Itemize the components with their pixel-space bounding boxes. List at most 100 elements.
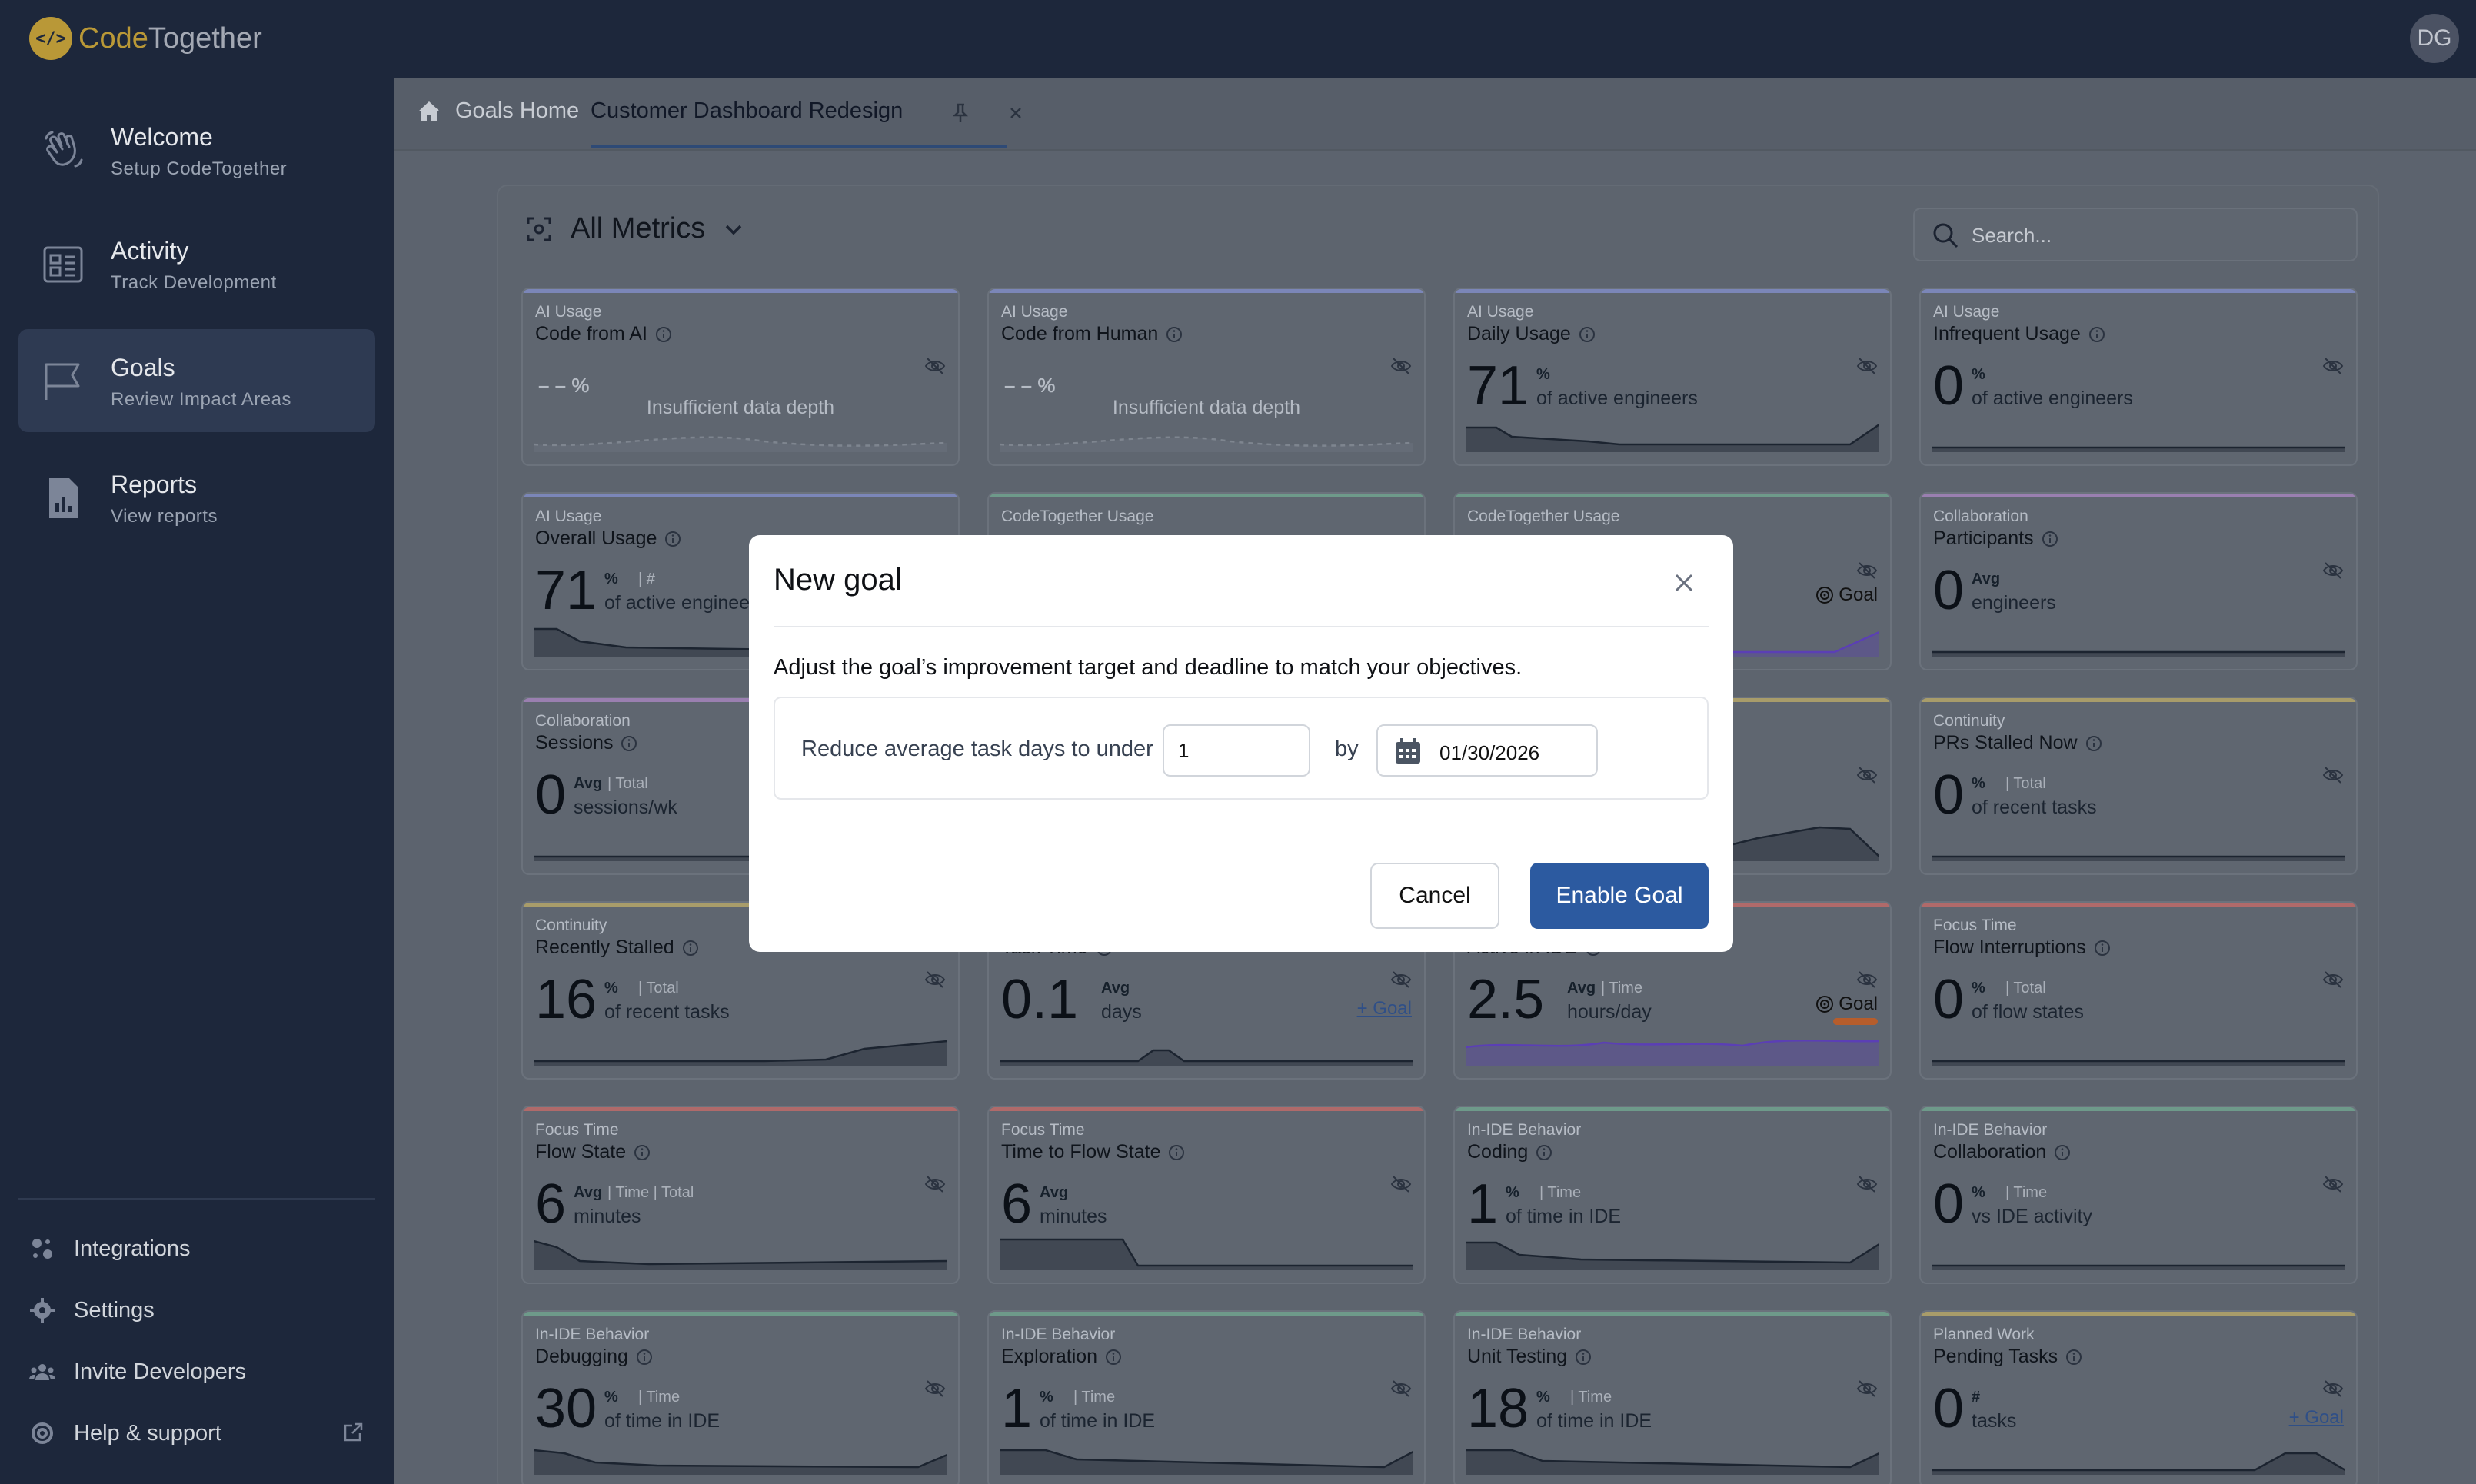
modal-description: Adjust the goal’s improvement target and…	[774, 655, 1523, 680]
home-icon	[418, 101, 440, 121]
metric-card[interactable]: AI Usage Code from AI – – % Insufficient da…	[521, 288, 960, 466]
metric-card[interactable]: In-IDE Behavior Coding 1% | Time of time in …	[1453, 1106, 1892, 1284]
card-value: 6	[1001, 1173, 1033, 1235]
tab-customer-dashboard-redesign[interactable]: Customer Dashboard Redesign	[591, 98, 903, 124]
metric-card[interactable]: Continuity PRs Stalled Now 0% | Total of rec…	[1919, 697, 2358, 875]
sidebar-footer-help[interactable]: Help & support	[29, 1414, 221, 1452]
add-goal-link[interactable]: + Goal	[2289, 1407, 2344, 1429]
hide-eye-icon[interactable]	[1856, 969, 1878, 990]
card-category: CodeTogether Usage	[1001, 507, 1154, 525]
metric-card[interactable]: Focus Time Time to Flow State 6 Avg minutes	[987, 1106, 1426, 1284]
pin-icon[interactable]	[949, 101, 972, 125]
close-tab-icon[interactable]	[1004, 101, 1027, 125]
goal-target-input[interactable]	[1163, 724, 1310, 777]
avatar[interactable]: DG	[2410, 14, 2459, 63]
card-category: CodeTogether Usage	[1467, 507, 1620, 525]
metric-card[interactable]: Collaboration Participants 0 Avg engineers	[1919, 492, 2358, 670]
info-icon[interactable]	[1168, 1144, 1185, 1161]
info-icon[interactable]	[634, 1144, 651, 1161]
tab-goals-home[interactable]: Goals Home	[417, 98, 579, 124]
chevron-down-icon	[725, 225, 742, 235]
info-icon[interactable]	[2042, 531, 2058, 547]
hide-eye-icon[interactable]	[924, 1378, 946, 1399]
close-icon[interactable]	[1670, 569, 1698, 597]
goal-badge[interactable]: Goal	[1815, 584, 1878, 606]
metric-card[interactable]: In-IDE Behavior Debugging 30% | Time of time…	[521, 1310, 960, 1484]
metric-card[interactable]: Planned Work Pending Tasks 0 # tasks + Goal	[1919, 1310, 2358, 1484]
info-icon[interactable]	[1575, 1349, 1592, 1366]
info-icon[interactable]	[1166, 326, 1183, 343]
info-icon[interactable]	[636, 1349, 653, 1366]
hide-eye-icon[interactable]	[924, 969, 946, 990]
hide-eye-icon[interactable]	[2322, 1173, 2344, 1195]
hide-eye-icon[interactable]	[1390, 1378, 1412, 1399]
enable-goal-button[interactable]: Enable Goal	[1530, 863, 1709, 929]
info-icon[interactable]	[664, 531, 681, 547]
hide-eye-icon[interactable]	[1856, 560, 1878, 581]
info-icon[interactable]	[1105, 1349, 1122, 1366]
logo[interactable]: </> CodeTogether	[29, 17, 262, 60]
hide-eye-icon[interactable]	[2322, 969, 2344, 990]
hide-eye-icon[interactable]	[924, 355, 946, 377]
sidebar-item-reports[interactable]: Reports View reports	[18, 446, 375, 549]
hide-eye-icon[interactable]	[1390, 1173, 1412, 1195]
search-input[interactable]	[1972, 220, 2341, 251]
metric-card[interactable]: AI Usage Code from Human – – % Insufficient…	[987, 288, 1426, 466]
add-goal-link[interactable]: + Goal	[1357, 998, 1412, 1020]
sidebar-item-goals[interactable]: Goals Review Impact Areas	[18, 329, 375, 432]
info-icon[interactable]	[1536, 1144, 1552, 1161]
card-unit: %	[1972, 366, 1985, 383]
info-icon[interactable]	[2094, 940, 2111, 957]
hide-eye-icon[interactable]	[1856, 1173, 1878, 1195]
card-unit: %	[1972, 1184, 1985, 1201]
info-icon[interactable]	[655, 326, 672, 343]
hide-eye-icon[interactable]	[1390, 969, 1412, 990]
info-icon[interactable]	[2065, 1349, 2082, 1366]
info-icon[interactable]	[621, 735, 637, 752]
external-link-icon[interactable]	[341, 1421, 364, 1444]
sidebar-item-sublabel: Track Development	[111, 272, 277, 293]
info-icon[interactable]	[2088, 326, 2105, 343]
hide-eye-icon[interactable]	[1390, 355, 1412, 377]
card-title: Exploration	[1001, 1346, 1122, 1368]
metric-card[interactable]: AI Usage Infrequent Usage 0% of active engi…	[1919, 288, 2358, 466]
hide-eye-icon[interactable]	[1856, 355, 1878, 377]
sidebar-footer-invite[interactable]: Invite Developers	[29, 1353, 246, 1391]
hide-eye-icon[interactable]	[924, 1173, 946, 1195]
help-icon	[32, 1422, 53, 1444]
metric-card[interactable]: AI Usage Daily Usage 71% of active engineer…	[1453, 288, 1892, 466]
sidebar-item-activity[interactable]: Activity Track Development	[18, 212, 375, 315]
hide-eye-icon[interactable]	[2322, 764, 2344, 786]
card-value: 0	[1933, 764, 1965, 826]
metric-card[interactable]: In-IDE Behavior Collaboration 0% | Time vs I…	[1919, 1106, 2358, 1284]
cancel-button[interactable]: Cancel	[1370, 863, 1499, 929]
card-value: 0	[1933, 1173, 1965, 1235]
sparkline-area	[1466, 1450, 1879, 1475]
info-icon[interactable]	[1579, 326, 1596, 343]
metric-card[interactable]: In-IDE Behavior Unit Testing 18% | Time of t…	[1453, 1310, 1892, 1484]
info-icon[interactable]	[2085, 735, 2102, 752]
hide-eye-icon[interactable]	[2322, 355, 2344, 377]
metrics-dropdown[interactable]: All Metrics	[526, 212, 745, 245]
info-icon[interactable]	[682, 940, 699, 957]
flag-icon	[45, 363, 80, 400]
metric-card[interactable]: Focus Time Flow Interruptions 0% | Total of …	[1919, 901, 2358, 1080]
sidebar-footer-integrations[interactable]: Integrations	[29, 1229, 191, 1268]
hide-eye-icon[interactable]	[2322, 1378, 2344, 1399]
hide-eye-icon[interactable]	[1856, 1378, 1878, 1399]
sidebar-item-sublabel: View reports	[111, 506, 218, 527]
info-icon[interactable]	[2054, 1144, 2071, 1161]
goal-deadline-picker[interactable]: 01/30/2026	[1376, 724, 1598, 777]
goal-badge[interactable]: Goal	[1815, 993, 1878, 1015]
card-category-bar	[1921, 289, 2356, 293]
sidebar-footer-settings[interactable]: Settings	[29, 1291, 155, 1329]
metric-card[interactable]: Focus Time Flow State 6 Avg | Time | Total mi…	[521, 1106, 960, 1284]
metric-card[interactable]: In-IDE Behavior Exploration 1% | Time of tim…	[987, 1310, 1426, 1484]
card-unit: Avg	[574, 1184, 603, 1201]
search-icon	[1933, 223, 1959, 248]
hide-eye-icon[interactable]	[1856, 764, 1878, 786]
search-box[interactable]	[1913, 208, 2358, 261]
tab-label: Goals Home	[455, 98, 580, 123]
hide-eye-icon[interactable]	[2322, 560, 2344, 581]
sidebar-item-welcome[interactable]: Welcome Setup CodeTogether	[18, 98, 375, 201]
